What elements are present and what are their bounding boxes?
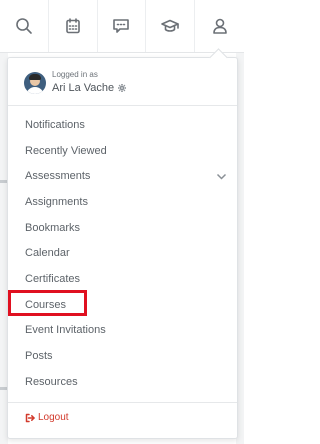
menu-item-posts[interactable]: Posts [8, 343, 237, 369]
profile-button[interactable] [195, 0, 244, 52]
profile-dropdown-menu: Logged in as Ari La Vache Notifications … [7, 48, 238, 439]
menu-divider [8, 402, 237, 403]
avatar[interactable] [24, 72, 46, 94]
menu-item-resources[interactable]: Resources [8, 369, 237, 395]
menu-item-label: Calendar [25, 247, 70, 260]
courses-nav-button[interactable] [146, 0, 196, 52]
logged-in-label: Logged in as [52, 70, 98, 79]
menu-item-label: Resources [25, 375, 78, 388]
menu-item-notifications[interactable]: Notifications [8, 112, 237, 138]
menu-item-label: Notifications [25, 118, 85, 131]
menu-item-label: Assessments [25, 170, 91, 183]
calendar-icon [65, 18, 80, 34]
menu-item-event-invitations[interactable]: Event Invitations [8, 318, 237, 344]
chevron-down-icon[interactable] [216, 171, 227, 182]
menu-item-assessments[interactable]: Assessments [8, 163, 237, 189]
highlight-box [8, 289, 87, 316]
menu-item-label: Posts [25, 350, 53, 363]
menu-item-assignments[interactable]: Assignments [8, 189, 237, 215]
logout-label: Logout [38, 412, 69, 423]
graduation-cap-icon [161, 19, 180, 32]
user-name: Ari La Vache [52, 82, 115, 94]
menu-list: Notifications Recently Viewed Assessment… [8, 112, 237, 395]
menu-item-label: Recently Viewed [25, 144, 107, 157]
menu-item-calendar[interactable]: Calendar [8, 240, 237, 266]
menu-item-label: Assignments [25, 195, 88, 208]
search-button[interactable] [0, 0, 49, 52]
calendar-button[interactable] [49, 0, 98, 52]
logout-button[interactable]: Logout [25, 412, 69, 423]
logout-icon [25, 413, 35, 423]
menu-item-recently-viewed[interactable]: Recently Viewed [8, 138, 237, 164]
menu-item-label: Certificates [25, 272, 81, 285]
menu-item-courses[interactable]: Courses [8, 289, 237, 318]
chat-icon [113, 19, 130, 33]
menu-item-bookmarks[interactable]: Bookmarks [8, 215, 237, 241]
account-header: Logged in as Ari La Vache [8, 58, 237, 106]
menu-item-certificates[interactable]: Certificates [8, 266, 237, 292]
search-icon [16, 18, 32, 34]
user-icon [212, 18, 227, 34]
gear-icon[interactable] [117, 83, 127, 93]
messages-button[interactable] [98, 0, 147, 52]
menu-item-label: Event Invitations [25, 324, 106, 337]
top-nav-bar [0, 0, 244, 53]
user-name-row[interactable]: Ari La Vache [52, 82, 127, 94]
menu-item-label: Bookmarks [25, 221, 81, 234]
